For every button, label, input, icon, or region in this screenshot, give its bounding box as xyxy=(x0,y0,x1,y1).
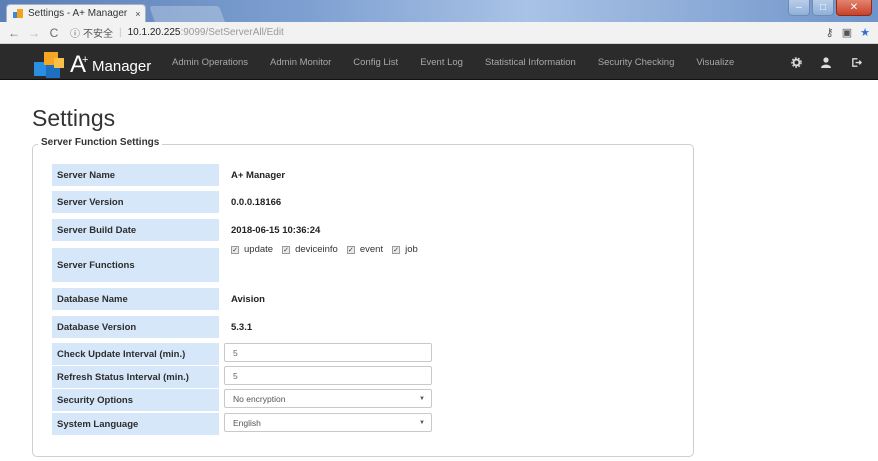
nav-event-log[interactable]: Event Log xyxy=(420,57,463,68)
nav-admin-monitor[interactable]: Admin Monitor xyxy=(270,57,331,68)
server-functions-label: Server Functions xyxy=(52,248,219,282)
database-version-label: Database Version xyxy=(52,316,219,338)
server-functions-value: ✓ update ✓ deviceinfo ✓ event ✓ job xyxy=(231,244,418,282)
checkbox-deviceinfo[interactable]: ✓ deviceinfo xyxy=(282,244,338,255)
key-icon[interactable]: ⚷ xyxy=(826,26,834,39)
checkbox-event[interactable]: ✓ event xyxy=(346,244,384,255)
check-update-interval-label: Check Update Interval (min.) xyxy=(52,343,219,365)
row-database-version: Database Version 5.3.1 xyxy=(52,316,252,338)
address-bar-actions: ⚷ ▣ ★ xyxy=(826,26,870,39)
reload-icon[interactable]: C xyxy=(48,26,60,40)
server-functions-checkboxes: ✓ update ✓ deviceinfo ✓ event ✓ job xyxy=(231,244,418,255)
refresh-status-interval-input[interactable]: 5 xyxy=(224,366,432,385)
nav-visualize[interactable]: Visualize xyxy=(696,57,734,68)
cube-logo-icon xyxy=(34,48,68,78)
main-nav: Admin Operations Admin Monitor Config Li… xyxy=(172,44,756,80)
url-field[interactable]: ⓘ 不安全 | 10.1.20.225 :9099/SetServerAll/E… xyxy=(70,24,284,42)
panel-legend: Server Function Settings xyxy=(38,137,163,148)
app-navbar: A + Manager Admin Operations Admin Monito… xyxy=(0,44,878,80)
gear-icon[interactable] xyxy=(790,56,802,68)
checkbox-update[interactable]: ✓ update xyxy=(231,244,273,255)
server-name-value: A+ Manager xyxy=(231,169,286,181)
nav-security-checking[interactable]: Security Checking xyxy=(598,57,675,68)
nav-config-list[interactable]: Config List xyxy=(353,57,398,68)
bookmark-star-icon[interactable]: ★ xyxy=(860,26,870,39)
browser-tab-title: Settings - A+ Manager xyxy=(28,8,128,19)
row-database-name: Database Name Avision xyxy=(52,288,265,310)
user-icon[interactable] xyxy=(820,56,832,68)
row-server-version: Server Version 0.0.0.18166 xyxy=(52,191,281,213)
browser-address-bar: ← → C ⓘ 不安全 | 10.1.20.225 :9099/SetServe… xyxy=(0,22,878,44)
checkbox-job-label: job xyxy=(405,244,418,255)
security-label: 不安全 xyxy=(83,29,113,40)
row-server-functions: Server Functions ✓ update ✓ deviceinfo ✓… xyxy=(52,244,418,282)
security-options-selected: No encryption xyxy=(233,393,286,404)
security-options-label: Security Options xyxy=(52,389,219,411)
brand-logo[interactable]: A + Manager xyxy=(34,46,151,78)
server-version-label: Server Version xyxy=(52,191,219,213)
maximize-icon[interactable]: □ xyxy=(812,0,834,16)
row-check-update-interval: Check Update Interval (min.) 5 xyxy=(52,343,432,365)
system-language-label: System Language xyxy=(52,413,219,435)
back-icon[interactable]: ← xyxy=(8,26,20,40)
brand-word: Manager xyxy=(92,58,152,75)
info-icon[interactable]: ⓘ xyxy=(70,25,80,40)
forward-icon[interactable]: → xyxy=(28,26,40,40)
row-system-language: System Language English ▼ xyxy=(52,413,432,435)
brand-plus: + xyxy=(82,54,89,66)
row-refresh-status-interval: Refresh Status Interval (min.) 5 xyxy=(52,366,432,388)
system-language-select[interactable]: English ▼ xyxy=(224,413,432,432)
checkbox-deviceinfo-label: deviceinfo xyxy=(295,244,338,255)
url-separator: | xyxy=(119,27,122,38)
server-build-date-value: 2018-06-15 10:36:24 xyxy=(231,224,321,236)
app-favicon-icon xyxy=(13,8,23,19)
checkbox-event-box[interactable]: ✓ xyxy=(346,245,355,254)
checkbox-job-box[interactable]: ✓ xyxy=(392,245,401,254)
brand-letter: A + xyxy=(70,52,88,78)
checkbox-update-label: update xyxy=(244,244,274,255)
browser-tab[interactable]: Settings - A+ Manager × xyxy=(6,4,146,22)
row-server-name: Server Name A+ Manager xyxy=(52,164,285,186)
tab-close-icon[interactable]: × xyxy=(135,9,140,19)
checkbox-update-box[interactable]: ✓ xyxy=(231,245,239,254)
checkbox-job[interactable]: ✓ job xyxy=(392,244,418,255)
nav-admin-operations[interactable]: Admin Operations xyxy=(172,57,248,68)
chevron-down-icon: ▼ xyxy=(419,420,425,426)
database-version-value: 5.3.1 xyxy=(231,321,253,333)
database-name-value: Avision xyxy=(231,293,265,305)
refresh-status-interval-label: Refresh Status Interval (min.) xyxy=(52,366,219,388)
checkbox-deviceinfo-box[interactable]: ✓ xyxy=(282,245,291,254)
url-host: 10.1.20.225 xyxy=(127,27,181,38)
chevron-down-icon: ▼ xyxy=(419,396,425,402)
server-function-settings-panel: Server Function Settings Server Name A+ … xyxy=(32,137,694,457)
server-version-value: 0.0.0.18166 xyxy=(231,196,282,208)
window-close-icon[interactable]: ✕ xyxy=(836,0,872,16)
server-build-date-label: Server Build Date xyxy=(52,219,219,241)
nav-statistical-information[interactable]: Statistical Information xyxy=(485,57,576,68)
checkbox-event-label: event xyxy=(359,244,384,255)
system-language-selected: English xyxy=(233,417,261,428)
browser-tab-strip: Settings - A+ Manager × – □ ✕ xyxy=(0,0,878,22)
row-server-build-date: Server Build Date 2018-06-15 10:36:24 xyxy=(52,219,320,241)
window-controls: – □ ✕ xyxy=(786,0,872,16)
url-path: :9099/SetServerAll/Edit xyxy=(180,27,284,38)
logout-icon[interactable] xyxy=(850,56,862,68)
check-update-interval-input[interactable]: 5 xyxy=(224,343,432,362)
page-title: Settings xyxy=(32,105,116,131)
minimize-icon[interactable]: – xyxy=(788,0,810,16)
database-name-label: Database Name xyxy=(52,288,219,310)
row-security-options: Security Options No encryption ▼ xyxy=(52,389,432,411)
navbar-tools xyxy=(790,44,862,80)
extension-icon[interactable]: ▣ xyxy=(842,26,852,39)
new-tab-button[interactable] xyxy=(149,6,225,22)
security-options-select[interactable]: No encryption ▼ xyxy=(224,389,432,408)
server-name-label: Server Name xyxy=(52,164,219,186)
